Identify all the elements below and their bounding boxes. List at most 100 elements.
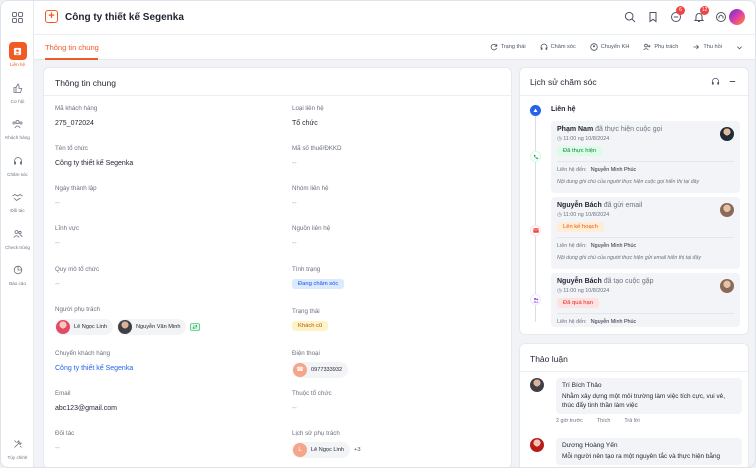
- bookmark-icon[interactable]: [647, 11, 659, 23]
- messages-badge: 6: [676, 6, 685, 15]
- care-action-button[interactable]: Chăm sóc: [540, 43, 576, 51]
- section-title: Thông tin chung: [55, 78, 116, 88]
- avatar: [56, 320, 70, 334]
- phone-chip[interactable]: ☎ 0977333932: [292, 362, 349, 378]
- sidebar-item-duplicate-check[interactable]: Check trùng: [1, 225, 34, 250]
- transfer-customer-button[interactable]: Chuyển KH: [590, 43, 629, 51]
- like-button[interactable]: Thích: [597, 418, 610, 424]
- avatar: [530, 378, 544, 392]
- sidebar-item-label: Đối tác: [10, 208, 25, 213]
- collapse-icon[interactable]: [728, 77, 737, 86]
- avatar: L: [293, 443, 307, 457]
- timeline-group-marker: [530, 105, 541, 116]
- sidebar: Liên hệ Cơ hội Khách hàng Chăm sóc Đối t…: [1, 1, 34, 467]
- tools-icon: [13, 440, 22, 448]
- revoke-button[interactable]: Thu hồi: [692, 43, 722, 51]
- home-icon[interactable]: [715, 11, 727, 23]
- sidebar-item-label: Liên hệ: [9, 62, 26, 67]
- add-icon[interactable]: +: [45, 10, 58, 23]
- owner-chip[interactable]: Lê Ngọc Linh: [55, 319, 113, 335]
- sidebar-item-label: Khách hàng: [5, 135, 30, 140]
- headset-icon: [540, 43, 547, 50]
- notifications-badge: 12: [700, 6, 709, 15]
- page-title: Công ty thiết kế Segenka: [65, 12, 184, 23]
- avatar: [720, 279, 734, 293]
- transfer-customer-link[interactable]: Công ty thiết kế Segenka: [55, 365, 255, 372]
- sidebar-item-reports[interactable]: Báo cáo: [1, 261, 34, 286]
- history-entry[interactable]: Nguyễn Bách đã tạo cuộc gặp ◷ 11:00 ng 1…: [551, 273, 740, 327]
- industry-field: Lĩnh vực --: [55, 225, 80, 247]
- customer-code-field: Mã khách hàng 275_072024: [55, 105, 98, 127]
- more-count[interactable]: +3: [354, 447, 361, 453]
- status-action-button[interactable]: Trạng thái: [490, 43, 526, 51]
- transfer-customer-field: Chuyển khách hàng Công ty thiết kế Segen…: [55, 350, 255, 372]
- partner-field: Đối tác --: [55, 430, 75, 452]
- search-icon[interactable]: [624, 11, 636, 23]
- sidebar-item-partners[interactable]: Đối tác: [1, 188, 34, 213]
- headset-icon: [13, 157, 22, 165]
- founded-date-field: Ngày thành lập --: [55, 185, 97, 207]
- sidebar-item-customize[interactable]: Tùy chỉnh: [1, 435, 34, 460]
- user-avatar[interactable]: [729, 9, 745, 25]
- org-scale-field: Quy mô tổ chức --: [55, 266, 100, 288]
- tax-code-field: Mã số thuế/ĐKKD --: [292, 145, 342, 167]
- condition-field: Tình trạng Đang chăm sóc: [292, 266, 492, 289]
- reply-button[interactable]: Trả lời: [624, 418, 639, 424]
- org-name-field: Tên tổ chức Công ty thiết kế Segenka: [55, 145, 134, 167]
- avatar: [720, 127, 734, 141]
- report-icon: [13, 265, 22, 275]
- grid-menu-icon[interactable]: [11, 12, 23, 23]
- owner-history-field: Lịch sử phụ trách L Lê Ngọc Linh +3: [292, 430, 492, 458]
- transfer-icon: [590, 43, 598, 51]
- refresh-icon: [490, 44, 497, 51]
- section-title: Thảo luận: [530, 354, 568, 364]
- assign-owner-button[interactable]: Phụ trách: [643, 43, 678, 51]
- duplicate-users-icon: [12, 230, 23, 238]
- sidebar-item-customers[interactable]: Khách hàng: [1, 115, 34, 140]
- tab-active-indicator: [45, 58, 98, 60]
- tab-general-info[interactable]: Thông tin chung: [45, 43, 99, 52]
- timeline-group-label: Liên hệ: [551, 106, 576, 113]
- contact-group-field: Nhóm liên hệ --: [292, 185, 329, 207]
- email-icon: [530, 225, 541, 236]
- headset-icon[interactable]: [711, 77, 720, 86]
- revoke-icon: [693, 44, 700, 50]
- avatar: [530, 438, 544, 452]
- top-header: + Công ty thiết kế Segenka 6 12: [34, 1, 755, 34]
- user-plus-icon: [643, 43, 651, 51]
- care-history-card: Lịch sử chăm sóc Liên hệ Phạm Nam đã thự…: [519, 67, 749, 335]
- sidebar-item-label: Tùy chỉnh: [7, 455, 28, 460]
- sidebar-item-label: Báo cáo: [9, 281, 26, 286]
- sidebar-item-label: Chăm sóc: [7, 172, 28, 177]
- tab-bar: Thông tin chung Trạng thái Chăm sóc Chuy…: [34, 34, 755, 60]
- sidebar-item-care[interactable]: Chăm sóc: [1, 152, 34, 177]
- avatar: [720, 203, 734, 217]
- phone-icon: ☎: [293, 363, 307, 377]
- comment-item: Dương Hoàng Yến Mỗi người nên tạo ra một…: [530, 438, 742, 465]
- handshake-icon: [12, 193, 23, 201]
- swap-owner-icon[interactable]: [190, 323, 201, 331]
- history-entry[interactable]: Nguyễn Bách đã gửi email ◷ 11:00 ng 10/8…: [551, 197, 740, 269]
- status-badge: Đang chăm sóc: [292, 279, 345, 289]
- comment-item: Trí Bích Thảo Nhằm xây dựng một môi trườ…: [530, 378, 742, 424]
- status-badge: Lên kế hoạch: [557, 222, 604, 232]
- action-toolbar: Trạng thái Chăm sóc Chuyển KH Phụ trách …: [490, 43, 743, 51]
- owner-chip[interactable]: Nguyễn Văn Minh: [116, 319, 187, 335]
- email-field: Email abc123@gmail.com: [55, 390, 117, 412]
- owner-history-chip[interactable]: L Lê Ngọc Linh: [292, 442, 350, 458]
- contact-source-field: Nguồn liên hệ --: [292, 225, 331, 247]
- phone-icon: [530, 151, 541, 162]
- sidebar-item-label: Cơ hội: [10, 99, 25, 104]
- avatar: [117, 320, 132, 334]
- section-title: Lịch sử chăm sóc: [530, 77, 597, 87]
- contact-type-field: Loại liên hệ Tổ chức: [292, 105, 324, 127]
- sidebar-item-contacts[interactable]: Liên hệ: [1, 42, 34, 67]
- sidebar-item-opportunities[interactable]: Cơ hội: [1, 79, 34, 104]
- sidebar-item-label: Check trùng: [5, 245, 30, 250]
- phone-field: Điện thoại ☎ 0977333932: [292, 350, 492, 378]
- owner-field: Người phụ trách Lê Ngọc Linh Nguyễn Văn …: [55, 306, 285, 335]
- history-entry[interactable]: Phạm Nam đã thực hiện cuộc gọi ◷ 11:00 n…: [551, 121, 740, 193]
- thumbs-up-icon: [13, 83, 22, 93]
- chevron-down-icon[interactable]: [736, 44, 743, 51]
- discussion-card: Thảo luận Trí Bích Thảo Nhằm xây dựng mộ…: [519, 343, 749, 467]
